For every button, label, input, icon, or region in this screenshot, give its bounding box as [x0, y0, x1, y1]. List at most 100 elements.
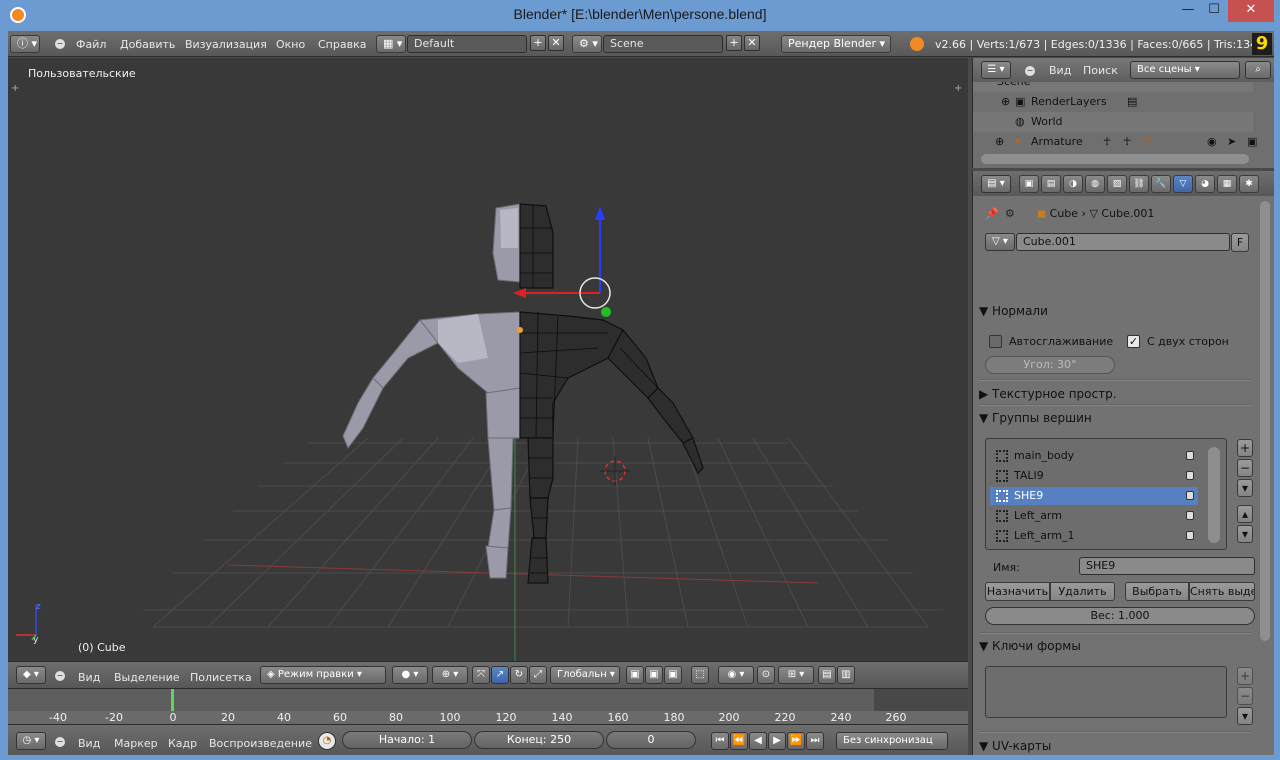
menu-window[interactable]: Окно: [276, 38, 305, 51]
shape-keys-list[interactable]: [985, 666, 1227, 718]
lock-icon[interactable]: [1186, 491, 1194, 500]
vertex-group-specials-button[interactable]: ▾: [1237, 479, 1253, 497]
uv-maps-panel-header[interactable]: ▼ UV-карты: [979, 736, 1251, 755]
tab-constraints[interactable]: ⛓: [1129, 175, 1149, 193]
display-mode-dropdown[interactable]: Все сцены ▾: [1130, 61, 1240, 79]
menu-file[interactable]: Файл: [76, 38, 106, 51]
lock-icon[interactable]: [1186, 451, 1194, 460]
select-arrow-icon[interactable]: ➤: [1227, 132, 1236, 152]
close-button[interactable]: ✕: [1228, 0, 1274, 22]
edge-select-icon[interactable]: ▣: [645, 666, 663, 684]
expand-icon[interactable]: ⊕: [995, 132, 1004, 152]
shading-dropdown-icon[interactable]: ● ▾: [392, 666, 428, 684]
properties-scrollbar[interactable]: [1260, 201, 1270, 641]
end-frame-field[interactable]: Конец: 250: [474, 731, 604, 749]
gizmo-z-arrow[interactable]: [595, 206, 605, 220]
editor-type-timeline-icon[interactable]: ◷ ▾: [16, 732, 46, 750]
menu-search[interactable]: Поиск: [1083, 64, 1118, 77]
lock-icon[interactable]: [1186, 531, 1194, 540]
tab-world[interactable]: ◍: [1085, 175, 1105, 193]
menu-view[interactable]: Вид: [78, 737, 100, 750]
play-icon[interactable]: ▶: [768, 732, 786, 750]
texture-space-panel-header[interactable]: ▶ Текстурное простр.: [979, 384, 1251, 404]
vertex-group-item[interactable]: TALI9: [990, 467, 1198, 485]
viewport-scene[interactable]: z y: [8, 58, 968, 661]
mesh-browse-icon[interactable]: ▽ ▾: [985, 233, 1015, 251]
snap-element-icon[interactable]: ⊞ ▾: [778, 666, 814, 684]
preview-range-icon[interactable]: ◔: [318, 732, 336, 750]
3d-viewport[interactable]: z y Пользовательские (0) Cube + +: [8, 58, 968, 661]
tab-object[interactable]: ▨: [1107, 175, 1127, 193]
add-scene-icon[interactable]: +: [726, 35, 742, 51]
vertex-select-icon[interactable]: ▣: [626, 666, 644, 684]
jump-to-end-icon[interactable]: ⏭: [806, 732, 824, 750]
current-frame-cursor[interactable]: [171, 689, 174, 711]
lock-icon[interactable]: [1186, 511, 1194, 520]
vertex-groups-list[interactable]: main_body TALI9 SHE9 Left_arm Left_arm_1: [985, 438, 1227, 550]
collapse-menu-icon[interactable]: −: [1025, 66, 1035, 76]
tab-particles[interactable]: ✱: [1239, 175, 1259, 193]
select-button[interactable]: Выбрать: [1125, 582, 1189, 601]
orientation-dropdown[interactable]: Глобальн ▾: [550, 666, 620, 684]
fake-user-button[interactable]: F: [1231, 233, 1249, 252]
screen-layout-field[interactable]: Default: [407, 35, 527, 53]
tab-material[interactable]: ◕: [1195, 175, 1215, 193]
gizmo-x-arrow[interactable]: [513, 288, 526, 298]
outliner-row-renderlayers[interactable]: ⊕ ▣ RenderLayers ▤: [973, 92, 1253, 112]
shape-key-specials-button[interactable]: ▾: [1237, 707, 1253, 725]
search-icon[interactable]: ⌕: [1245, 61, 1271, 79]
limit-selection-icon[interactable]: ⬚: [691, 666, 709, 684]
menu-view[interactable]: Вид: [1049, 64, 1071, 77]
mesh-name-field[interactable]: Cube.001: [1016, 233, 1230, 251]
move-down-button[interactable]: ▾: [1237, 525, 1253, 543]
menu-add[interactable]: Добавить: [120, 38, 175, 51]
pivot-dropdown-icon[interactable]: ⊕ ▾: [432, 666, 468, 684]
tab-render[interactable]: ▣: [1019, 175, 1039, 193]
outliner-scrollbar[interactable]: [981, 154, 1249, 164]
assign-button[interactable]: Назначить: [985, 582, 1050, 601]
minimize-button[interactable]: —: [1175, 0, 1201, 22]
menu-help[interactable]: Справка: [318, 38, 366, 51]
collapse-menu-icon[interactable]: −: [55, 671, 65, 681]
vertex-group-item[interactable]: main_body: [990, 447, 1198, 465]
vertex-groups-scrollbar[interactable]: [1208, 447, 1220, 543]
pin-icon[interactable]: 📌: [985, 207, 999, 220]
scale-manipulator-icon[interactable]: ⤢: [529, 666, 547, 684]
editor-type-outliner-icon[interactable]: ☰ ▾: [981, 61, 1011, 79]
menu-frame[interactable]: Кадр: [168, 737, 197, 750]
add-shape-key-button[interactable]: +: [1237, 667, 1253, 685]
mode-dropdown[interactable]: ◈ Режим правки ▾: [260, 666, 386, 684]
weight-field[interactable]: Вес: 1.000: [985, 607, 1255, 625]
add-vertex-group-button[interactable]: +: [1237, 439, 1253, 457]
tab-render-layers[interactable]: ▤: [1041, 175, 1061, 193]
remove-from-group-button[interactable]: Удалить: [1050, 582, 1115, 601]
editor-type-properties-icon[interactable]: ▤ ▾: [981, 175, 1011, 193]
visibility-eye-icon[interactable]: ◉: [1207, 132, 1217, 152]
character-mesh-solid[interactable]: [342, 203, 521, 579]
jump-to-keyframe-forward-icon[interactable]: ⏩: [787, 732, 805, 750]
screen-layout-icon[interactable]: ▦ ▾: [376, 35, 406, 53]
properties-toggle-icon[interactable]: +: [954, 83, 964, 94]
remove-layout-icon[interactable]: ✕: [548, 35, 564, 51]
vertex-group-item[interactable]: Left_arm_1: [990, 527, 1198, 545]
add-layout-icon[interactable]: +: [530, 35, 546, 51]
normals-panel-header[interactable]: ▼ Нормали: [979, 301, 1251, 321]
tab-texture[interactable]: ▦: [1217, 175, 1237, 193]
render-engine-dropdown[interactable]: Рендер Blender ▾: [781, 35, 891, 53]
outliner-row-armature[interactable]: ⊕ ✦ Armature ☥ ☥ ▽ ◉ ➤ ▣: [973, 132, 1257, 152]
remove-vertex-group-button[interactable]: −: [1237, 459, 1253, 477]
scene-field[interactable]: Scene: [603, 35, 723, 53]
render-camera-icon[interactable]: ▣: [1247, 132, 1257, 152]
face-select-icon[interactable]: ▣: [664, 666, 682, 684]
menu-render[interactable]: Визуализация: [185, 38, 267, 51]
autosmooth-angle-field[interactable]: Угол: 30°: [985, 356, 1115, 374]
vertex-group-item-selected[interactable]: SHE9: [990, 487, 1198, 505]
collapse-menu-icon[interactable]: −: [55, 39, 65, 49]
sync-dropdown[interactable]: Без синхронизац: [836, 732, 948, 750]
gizmo-y-handle[interactable]: [601, 307, 611, 317]
menu-select[interactable]: Выделение: [114, 671, 180, 684]
tab-scene[interactable]: ◑: [1063, 175, 1083, 193]
toolshelf-toggle-icon[interactable]: +: [11, 83, 21, 94]
character-mesh-wireframe[interactable]: [519, 203, 704, 584]
collapse-menu-icon[interactable]: −: [55, 737, 65, 747]
